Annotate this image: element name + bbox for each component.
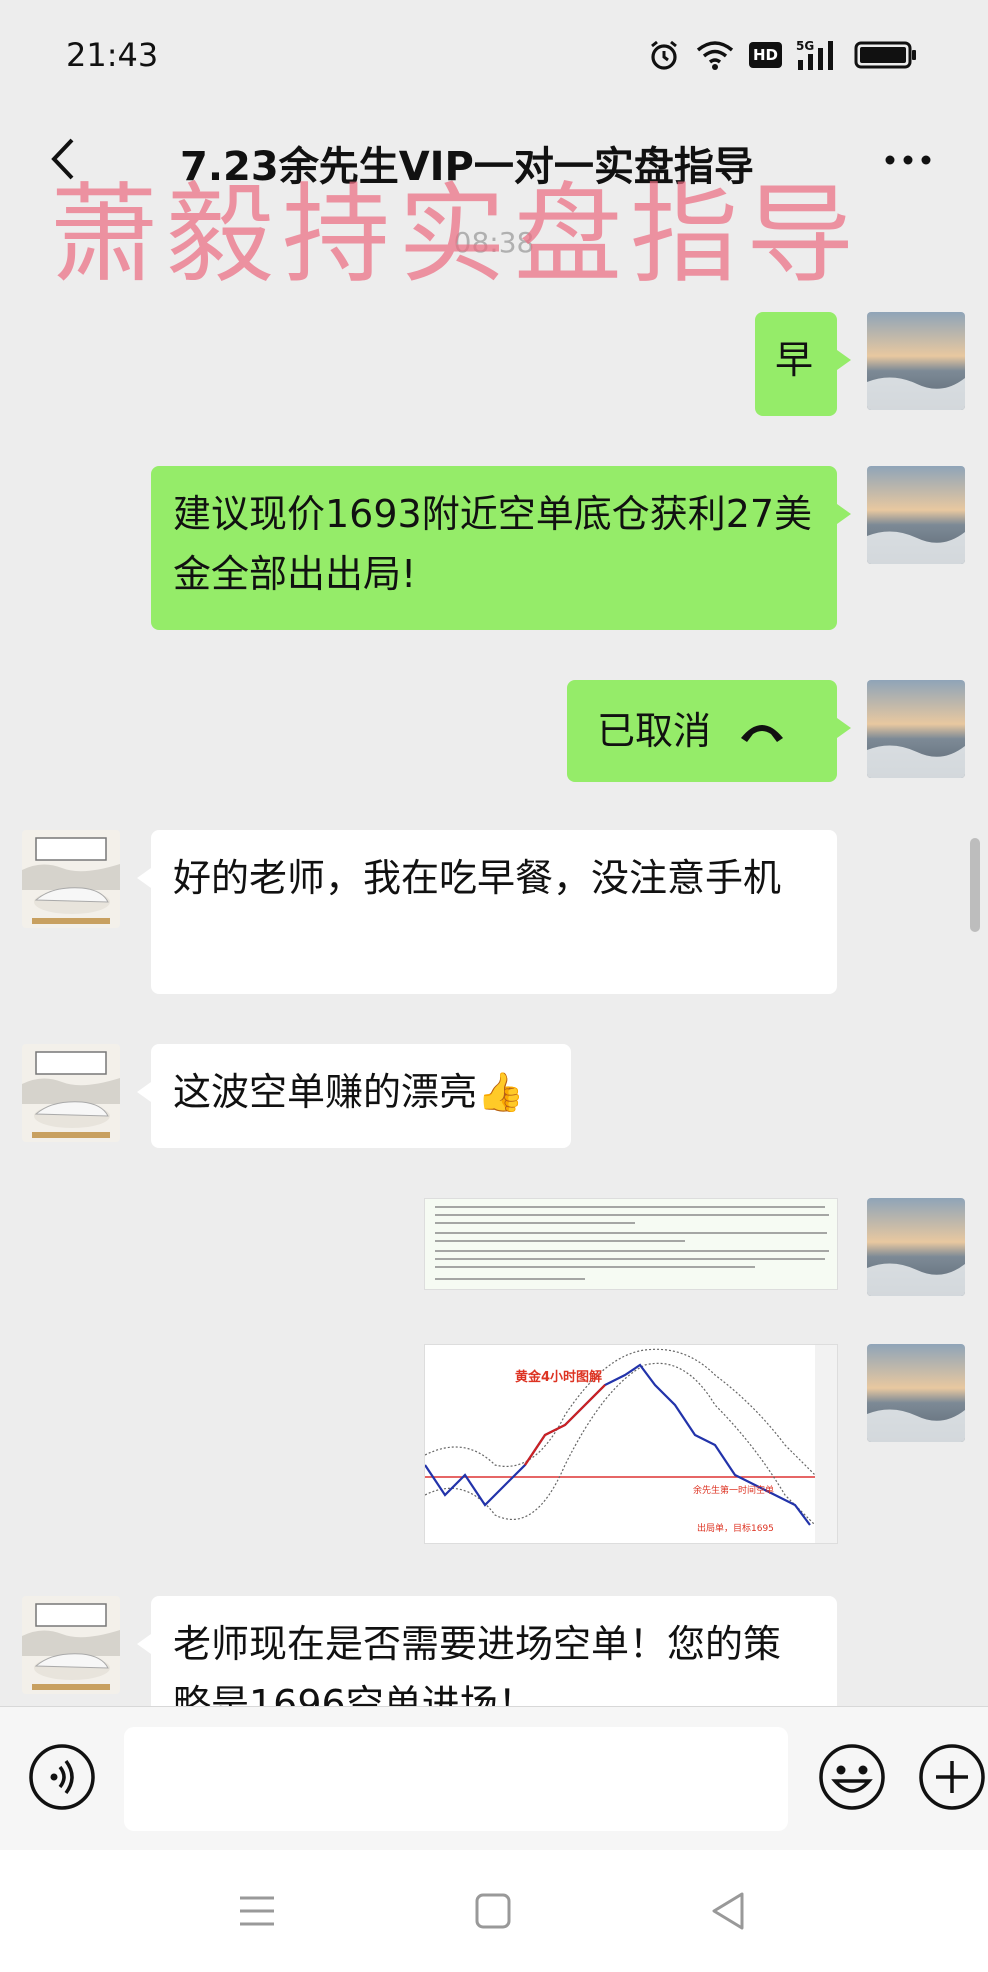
image-message-document[interactable] [424, 1198, 838, 1290]
message-text: 早 [775, 338, 814, 382]
image-message-chart[interactable]: 黄金4小时图解 余先生第一时间空单 出局单，目标1695 [424, 1344, 838, 1544]
message-bubble-received[interactable]: 这波空单赚的漂亮👍 [137, 1044, 571, 1148]
chart-annotation: 出局单，目标1695 [697, 1522, 774, 1534]
chevron-left-icon[interactable] [40, 134, 90, 184]
input-bar [0, 1706, 988, 1850]
menu-icon[interactable] [230, 1884, 284, 1938]
status-icons: HD 5G [647, 38, 918, 72]
call-record-bubble[interactable]: 已取消 [567, 680, 851, 782]
message-bubble-sent[interactable]: 早 [755, 312, 851, 416]
system-navigation-bar [0, 1850, 988, 1972]
chat-title: 7.23余先生VIP一对一实盘指导 [180, 144, 754, 190]
battery-icon [854, 41, 916, 69]
chat-timestamp: 08:38 [453, 226, 535, 259]
avatar[interactable] [867, 312, 965, 410]
chat-header: 7.23余先生VIP一对一实盘指导 [0, 110, 988, 210]
message-text: 老师现在是否需要进场空单！您的策略是1696空单进场！ [173, 1622, 782, 1706]
hd-icon: HD [748, 42, 782, 68]
avatar[interactable] [867, 1198, 965, 1296]
message-bubble-received[interactable]: 好的老师，我在吃早餐，没注意手机 [137, 830, 837, 994]
message-list[interactable]: 早 建议现价1693附近空单底仓获利27美金全部出出局! 已取消 好的老师，我在… [0, 290, 988, 1706]
5g-signal-icon: 5G [796, 39, 833, 70]
avatar[interactable] [22, 1044, 120, 1142]
plus-icon[interactable] [918, 1743, 986, 1811]
avatar[interactable] [22, 830, 120, 928]
alarm-icon [651, 40, 677, 70]
emoji-icon[interactable] [818, 1743, 886, 1811]
scrollbar[interactable] [970, 838, 980, 932]
avatar[interactable] [867, 466, 965, 564]
back-triangle-icon[interactable] [702, 1884, 756, 1938]
avatar[interactable] [22, 1596, 120, 1694]
message-input[interactable] [124, 1727, 788, 1831]
phone-hangup-icon [741, 725, 784, 742]
svg-text:5G: 5G [796, 39, 814, 53]
voice-icon[interactable] [28, 1743, 96, 1811]
status-time: 21:43 [66, 36, 159, 74]
message-text: 这波空单赚的漂亮👍 [173, 1070, 525, 1114]
call-status-text: 已取消 [597, 709, 712, 753]
chart-title: 黄金4小时图解 [515, 1369, 602, 1385]
avatar[interactable] [867, 680, 965, 778]
more-icon[interactable] [878, 140, 938, 180]
message-bubble-sent[interactable]: 建议现价1693附近空单底仓获利27美金全部出出局! [151, 466, 851, 630]
chart-annotation: 余先生第一时间空单 [693, 1484, 774, 1496]
status-bar: 21:43 HD 5G [0, 0, 988, 110]
message-text: 建议现价1693附近空单底仓获利27美金全部出出局! [173, 492, 813, 596]
message-bubble-received[interactable]: 老师现在是否需要进场空单！您的策略是1696空单进场！ [137, 1596, 837, 1706]
message-text: 好的老师，我在吃早餐，没注意手机 [173, 856, 782, 900]
home-icon[interactable] [466, 1884, 520, 1938]
avatar[interactable] [867, 1344, 965, 1442]
wifi-icon [696, 41, 734, 70]
